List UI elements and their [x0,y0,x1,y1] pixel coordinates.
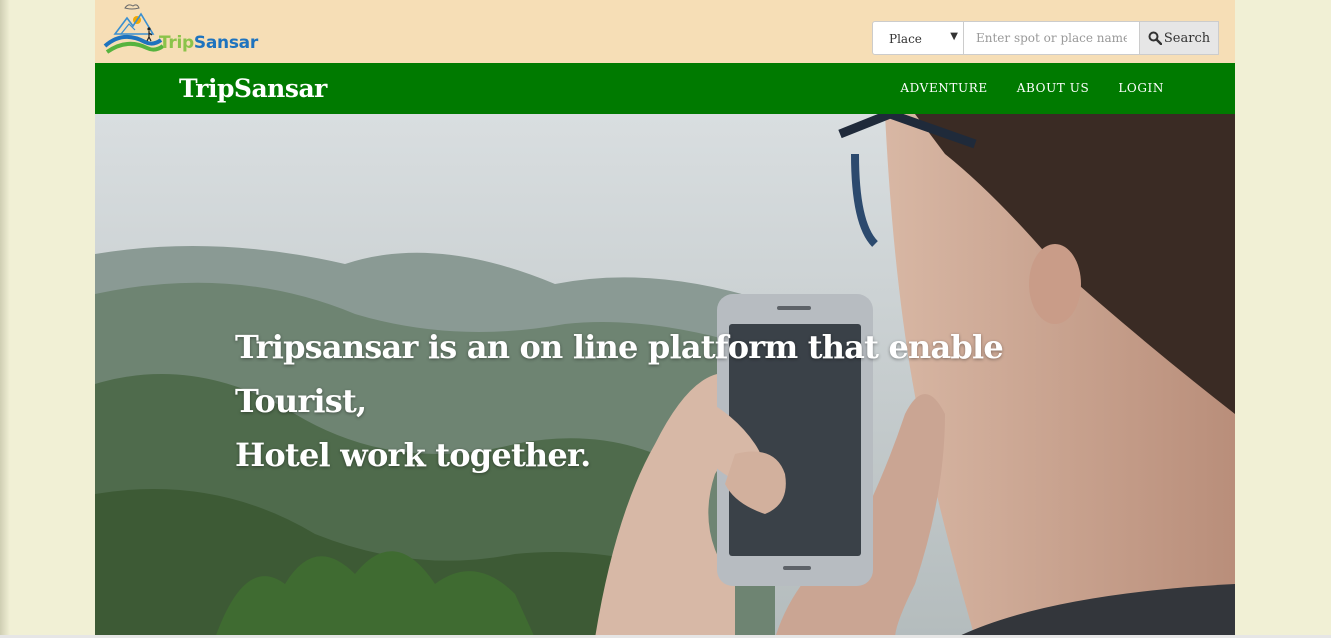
logo-text-sansar: Sansar [193,33,258,53]
nav-link-about-us[interactable]: ABOUT US [1017,81,1090,95]
hero-tagline-line-2: Hotel work together. [235,436,591,474]
main-navbar: TripSansar ADVENTURE ABOUT US LOGIN [95,63,1235,114]
search-button[interactable]: Search [1140,21,1219,55]
search-input[interactable] [964,21,1140,55]
hero-banner: Tripsansar is an on line platform that e… [95,114,1235,638]
search-form: Place ▼ Search [872,21,1219,55]
dropdown-caret-icon: ▼ [950,31,958,42]
page-container: TripSansar Place ▼ Search TripSansar ADV… [95,0,1235,638]
hero-tagline-line-1: Tripsansar is an on line platform that e… [235,328,1004,420]
search-category-value: Place [889,32,922,46]
nav-links: ADVENTURE ABOUT US LOGIN [871,81,1164,95]
navbar-brand[interactable]: TripSansar [179,74,327,103]
site-logo[interactable]: TripSansar [103,0,263,58]
search-button-label: Search [1163,30,1211,46]
logo-wordmark: TripSansar [159,33,258,53]
search-category-select[interactable]: Place ▼ [872,21,964,55]
hero-tagline: Tripsansar is an on line platform that e… [235,320,1055,482]
nav-link-adventure[interactable]: ADVENTURE [900,81,987,95]
nav-link-login[interactable]: LOGIN [1118,81,1164,95]
page-edge-shadow [0,0,10,638]
top-header: TripSansar Place ▼ Search [95,0,1235,63]
search-icon [1148,31,1162,45]
logo-text-trip: Trip [159,33,194,53]
